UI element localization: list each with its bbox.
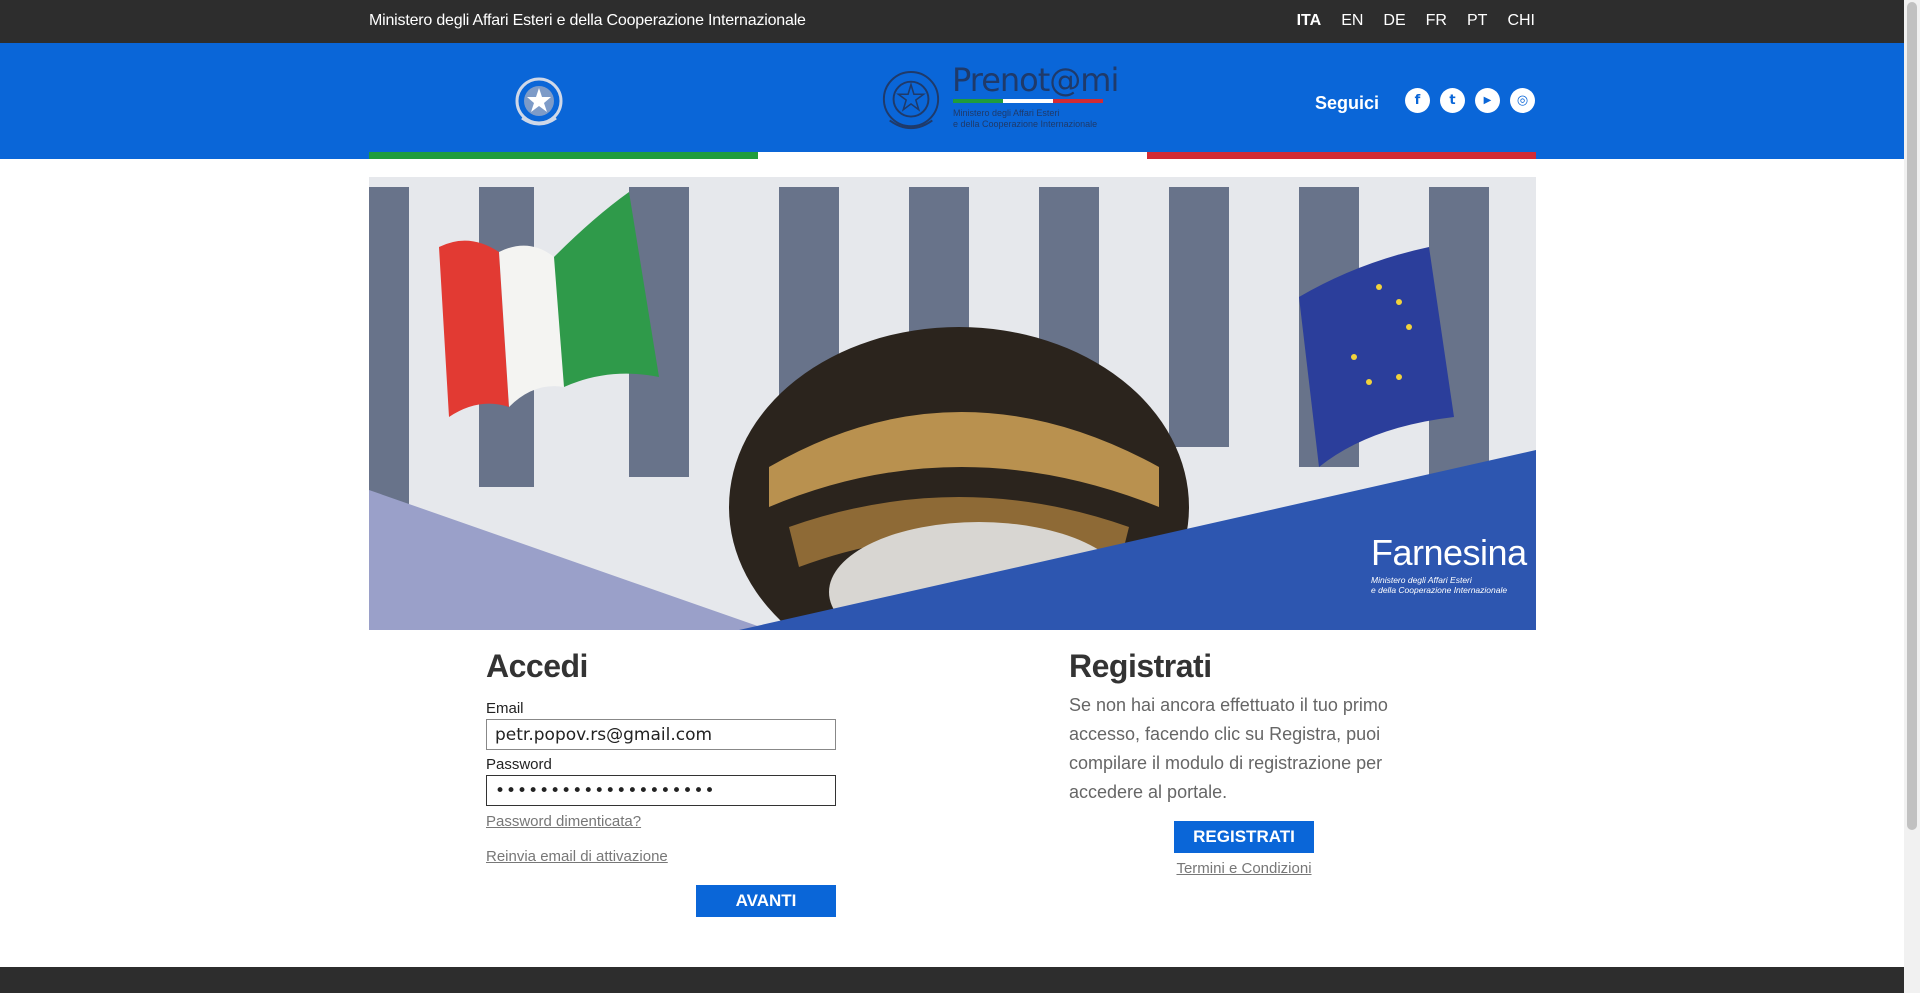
email-field[interactable] — [486, 719, 836, 750]
login-form: Accedi Email Password Password dimentica… — [486, 648, 836, 917]
register-section: Registrati Se non hai ancora effettuato … — [1069, 648, 1449, 877]
instagram-icon[interactable]: ◎ — [1510, 88, 1535, 113]
register-description: Se non hai ancora effettuato il tuo prim… — [1069, 695, 1388, 802]
email-label: Email — [486, 700, 524, 717]
password-label: Password — [486, 756, 552, 773]
lang-ita[interactable]: ITA — [1297, 12, 1322, 30]
registrati-button[interactable]: REGISTRATI — [1174, 821, 1314, 853]
resend-activation-link[interactable]: Reinvia email di attivazione — [486, 848, 836, 865]
logo-emblem-icon — [882, 71, 940, 130]
ministry-name: Ministero degli Affari Esteri e della Co… — [369, 12, 806, 29]
social-links: f t ▶ ◎ — [1405, 88, 1535, 113]
farnesina-title: Farnesina — [1371, 532, 1527, 573]
site-header: Prenot@mi Ministero degli Affari Esteri … — [0, 43, 1904, 159]
register-title: Registrati — [1069, 648, 1212, 684]
password-field[interactable] — [486, 775, 836, 806]
lang-fr[interactable]: FR — [1426, 12, 1447, 30]
prenotami-logo[interactable]: Prenot@mi Ministero degli Affari Esteri … — [880, 61, 1119, 141]
lang-en[interactable]: EN — [1341, 12, 1363, 30]
facebook-icon[interactable]: f — [1405, 88, 1430, 113]
logo-flag-stripe — [953, 99, 1103, 103]
terms-link[interactable]: Termini e Condizioni — [1069, 860, 1419, 877]
language-switcher: ITA EN DE FR PT CHI — [1297, 12, 1535, 30]
hero-banner: Farnesina Ministero degli Affari Esteri … — [369, 177, 1536, 630]
avanti-button[interactable]: AVANTI — [696, 885, 836, 917]
twitter-icon[interactable]: t — [1440, 88, 1465, 113]
forgot-password-link[interactable]: Password dimenticata? — [486, 813, 836, 830]
follow-label: Seguici — [1315, 93, 1380, 113]
italian-flag-stripe — [369, 152, 1536, 159]
republic-emblem-icon — [514, 76, 564, 128]
page-footer — [0, 967, 1904, 993]
logo-title: Prenot@mi — [952, 61, 1119, 99]
lang-de[interactable]: DE — [1383, 12, 1405, 30]
banner-image — [369, 177, 1536, 630]
login-title: Accedi — [486, 648, 588, 684]
vertical-scrollbar[interactable] — [1904, 0, 1920, 993]
lang-pt[interactable]: PT — [1467, 12, 1487, 30]
logo-subtitle: Ministero degli Affari Esteri e della Co… — [953, 108, 1098, 129]
farnesina-subtitle: Ministero degli Affari Esteri e della Co… — [1371, 575, 1508, 595]
lang-chi[interactable]: CHI — [1507, 12, 1535, 30]
top-bar: Ministero degli Affari Esteri e della Co… — [0, 0, 1904, 43]
scrollbar-thumb[interactable] — [1907, 2, 1917, 830]
youtube-icon[interactable]: ▶ — [1475, 88, 1500, 113]
